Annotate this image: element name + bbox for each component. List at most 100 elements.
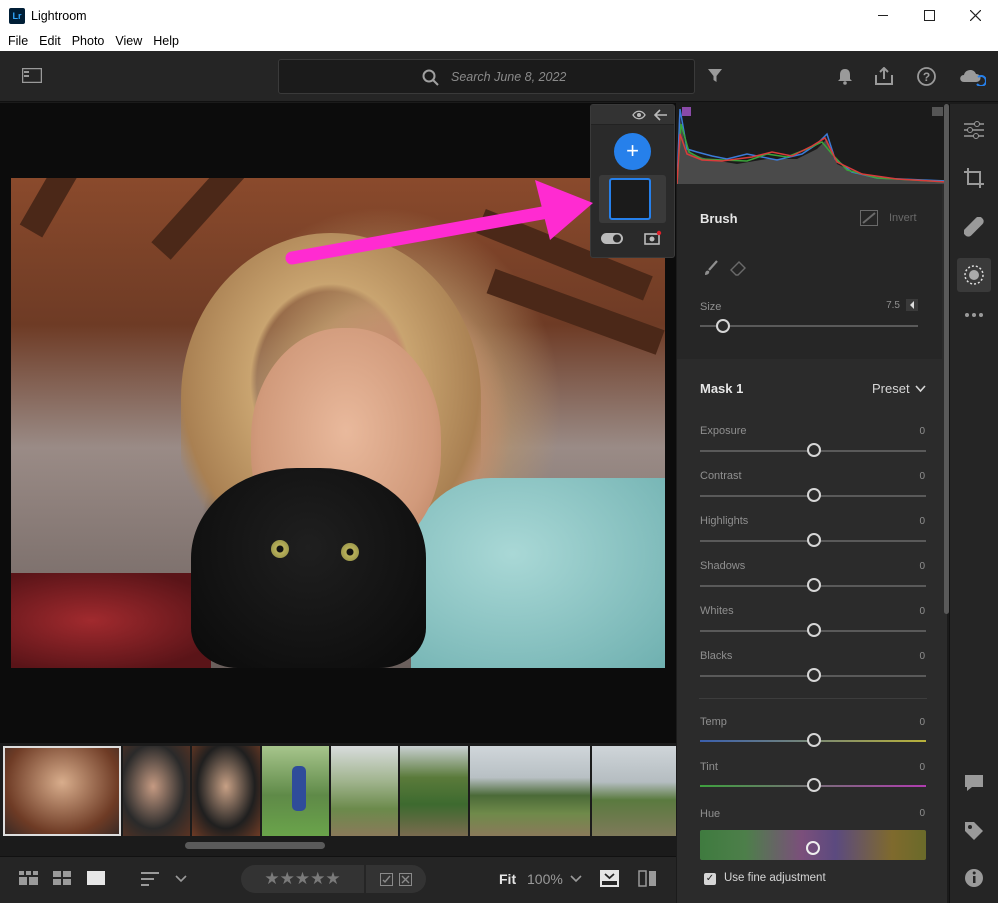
preset-dropdown[interactable]: Preset xyxy=(872,381,910,396)
menu-photo[interactable]: Photo xyxy=(72,34,105,48)
search-placeholder: Search June 8, 2022 xyxy=(451,70,567,84)
exposure-label: Exposure xyxy=(700,425,747,437)
maximize-button[interactable] xyxy=(906,0,952,31)
masking-icon xyxy=(964,265,984,285)
contrast-slider-knob[interactable] xyxy=(807,488,821,502)
size-disclosure-icon[interactable] xyxy=(906,299,918,311)
hue-slider-knob[interactable] xyxy=(806,841,820,855)
tint-value[interactable]: 0 xyxy=(895,762,925,773)
back-arrow-icon[interactable] xyxy=(654,109,668,121)
menu-help[interactable]: Help xyxy=(153,34,179,48)
compare-icon[interactable] xyxy=(638,869,658,889)
minimize-icon xyxy=(878,14,888,16)
bell-icon[interactable] xyxy=(837,68,853,85)
filmstrip-thumb[interactable] xyxy=(192,746,260,836)
exposure-slider-knob[interactable] xyxy=(807,443,821,457)
healing-icon[interactable] xyxy=(964,217,984,237)
shadows-slider-knob[interactable] xyxy=(807,578,821,592)
menu-edit[interactable]: Edit xyxy=(39,34,61,48)
filmstrip-thumb[interactable] xyxy=(470,746,590,836)
masks-panel: + xyxy=(590,104,675,258)
add-mask-button[interactable]: + xyxy=(614,133,651,170)
highlight-clipping-indicator[interactable] xyxy=(932,107,943,116)
help-icon[interactable]: ? xyxy=(917,67,936,86)
whites-value[interactable]: 0 xyxy=(895,606,925,617)
toggle-icon[interactable] xyxy=(601,233,625,245)
close-button[interactable] xyxy=(952,0,998,31)
filmstrip-thumb[interactable] xyxy=(262,746,329,836)
brush-title: Brush xyxy=(700,211,738,226)
search-box[interactable]: Search June 8, 2022 xyxy=(278,59,695,94)
lightroom-window: Lr Lightroom File Edit Photo View Help S… xyxy=(0,0,998,903)
star-rating[interactable]: ★★★★★ xyxy=(241,865,364,893)
crop-icon[interactable] xyxy=(964,168,984,188)
tag-icon[interactable] xyxy=(964,821,984,841)
tint-slider-knob[interactable] xyxy=(807,778,821,792)
filter-icon[interactable] xyxy=(708,69,722,83)
mask-thumbnail[interactable] xyxy=(609,178,651,220)
brush-section: Brush Invert Size 7.5 xyxy=(677,184,942,359)
more-icon[interactable] xyxy=(964,312,984,318)
masking-tool-button[interactable] xyxy=(957,258,991,292)
shadows-value[interactable]: 0 xyxy=(895,561,925,572)
blacks-slider-knob[interactable] xyxy=(807,668,821,682)
panel-toggle-icon[interactable] xyxy=(22,68,42,83)
invert-icon[interactable] xyxy=(860,210,878,226)
chevron-down-icon[interactable] xyxy=(175,875,187,883)
cat-eye xyxy=(341,543,359,561)
filmstrip-toggle-icon[interactable] xyxy=(600,870,620,888)
brush-icon[interactable] xyxy=(703,260,719,276)
highlights-value[interactable]: 0 xyxy=(895,516,925,527)
invert-label[interactable]: Invert xyxy=(889,212,917,224)
filmstrip-thumb[interactable] xyxy=(331,746,398,836)
zoom-100-button[interactable]: 100% xyxy=(527,871,563,887)
filmstrip-thumb[interactable] xyxy=(592,746,676,836)
main-photo[interactable] xyxy=(11,178,665,668)
size-slider-knob[interactable] xyxy=(716,319,730,333)
blacks-value[interactable]: 0 xyxy=(895,651,925,662)
cloud-sync-icon[interactable] xyxy=(958,66,986,86)
filmstrip-thumb[interactable] xyxy=(400,746,468,836)
shadow-clipping-indicator[interactable] xyxy=(682,107,691,116)
eye-icon[interactable] xyxy=(632,110,646,120)
eraser-icon[interactable] xyxy=(730,260,748,276)
info-icon[interactable] xyxy=(964,868,984,888)
preset-chevron-down-icon[interactable] xyxy=(915,385,926,393)
pick-flag-icon[interactable] xyxy=(380,872,393,886)
share-icon[interactable] xyxy=(875,67,893,85)
exposure-value[interactable]: 0 xyxy=(895,426,925,437)
whites-label: Whites xyxy=(700,605,734,617)
fit-zoom-button[interactable]: Fit xyxy=(499,871,516,887)
hue-value[interactable]: 0 xyxy=(895,808,925,819)
top-toolbar: Search June 8, 2022 ? xyxy=(0,51,998,102)
grid-icon[interactable] xyxy=(53,871,73,887)
single-image-icon[interactable] xyxy=(87,871,107,887)
camera-icon[interactable] xyxy=(644,230,662,246)
menu-view[interactable]: View xyxy=(115,34,142,48)
comment-icon[interactable] xyxy=(964,774,984,792)
minimize-button[interactable] xyxy=(860,0,906,31)
contrast-label: Contrast xyxy=(700,470,742,482)
temp-slider-knob[interactable] xyxy=(807,733,821,747)
flag-controls xyxy=(366,865,426,893)
contrast-value[interactable]: 0 xyxy=(895,471,925,482)
zoom-chevron-down-icon[interactable] xyxy=(570,875,582,883)
filmstrip-thumb[interactable] xyxy=(3,746,121,836)
size-value[interactable]: 7.5 xyxy=(870,300,900,311)
temp-value[interactable]: 0 xyxy=(895,717,925,728)
menu-file[interactable]: File xyxy=(8,34,28,48)
masks-panel-header xyxy=(591,105,674,125)
fine-adjustment-label[interactable]: Use fine adjustment xyxy=(724,872,826,884)
size-slider-track[interactable] xyxy=(700,325,918,327)
filmstrip-scrollbar[interactable] xyxy=(185,842,325,849)
edit-sliders-icon[interactable] xyxy=(964,121,984,139)
whites-slider-knob[interactable] xyxy=(807,623,821,637)
sort-icon[interactable] xyxy=(141,871,161,887)
histogram-graph xyxy=(676,107,948,185)
fine-adjustment-checkbox[interactable]: ✓ xyxy=(704,873,716,885)
highlights-slider-knob[interactable] xyxy=(807,533,821,547)
filmstrip xyxy=(0,743,676,855)
square-grid-icon[interactable] xyxy=(19,871,39,887)
reject-flag-icon[interactable] xyxy=(399,872,412,886)
filmstrip-thumb[interactable] xyxy=(123,746,190,836)
